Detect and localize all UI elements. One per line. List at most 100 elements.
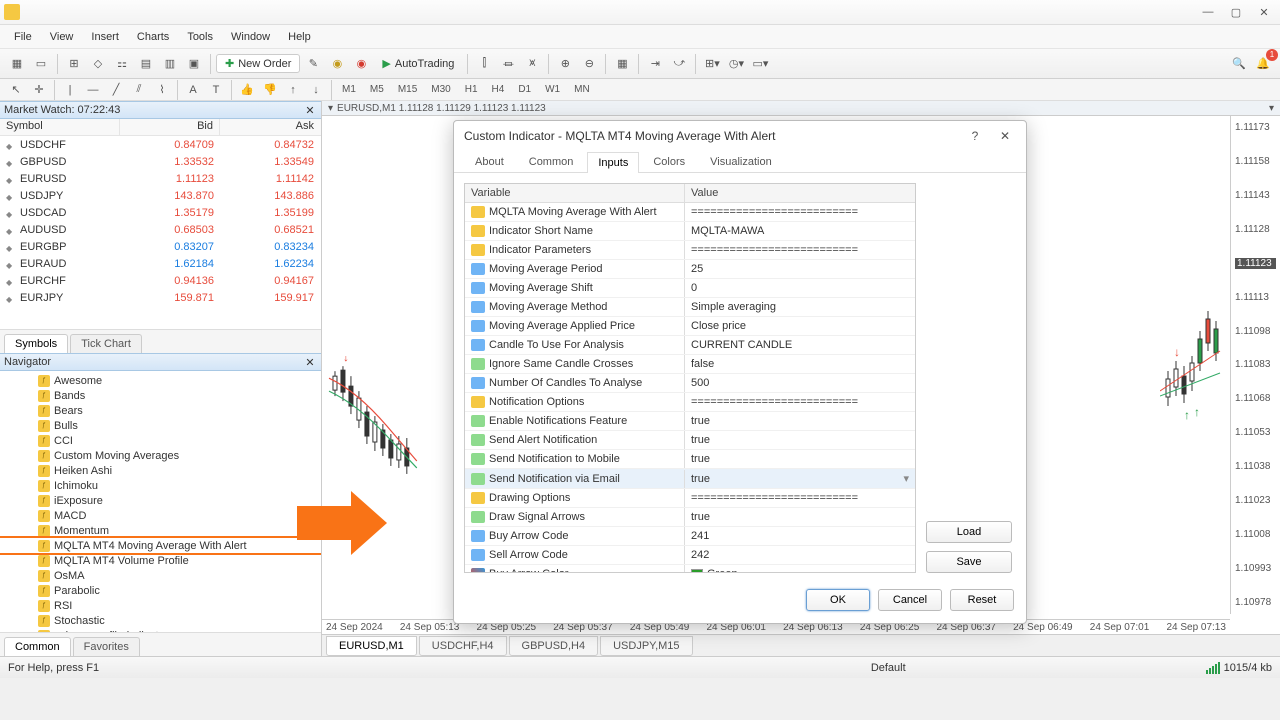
timeframe-mn[interactable]: MN bbox=[568, 82, 596, 97]
channel-icon[interactable]: ⫽ bbox=[128, 79, 150, 101]
notification-icon[interactable]: 🔔1 bbox=[1252, 53, 1274, 75]
menu-window[interactable]: Window bbox=[223, 29, 278, 45]
maximize-button[interactable]: ▢ bbox=[1224, 3, 1248, 21]
symbol-row-gbpusd[interactable]: GBPUSD1.335321.33549 bbox=[0, 153, 321, 170]
input-row[interactable]: Notification Options====================… bbox=[465, 393, 915, 412]
zoom-out-icon[interactable]: ⊖ bbox=[578, 53, 600, 75]
chevron-down-icon[interactable]: ▾ bbox=[328, 103, 333, 114]
fib-icon[interactable]: ⌇ bbox=[151, 79, 173, 101]
tab-favorites[interactable]: Favorites bbox=[73, 637, 140, 656]
input-row[interactable]: Buy Arrow ColorGreen bbox=[465, 565, 915, 573]
arrow-down-icon[interactable]: ↓ bbox=[305, 79, 327, 101]
indicator-mqlta-mt4-moving-average-with-alert[interactable]: ƒMQLTA MT4 Moving Average With Alert bbox=[0, 538, 321, 553]
col-symbol[interactable]: Symbol bbox=[0, 119, 120, 135]
timeframe-m1[interactable]: M1 bbox=[336, 82, 362, 97]
zoom-in-icon[interactable]: ⊕ bbox=[554, 53, 576, 75]
input-row[interactable]: Indicator Short NameMQLTA-MAWA bbox=[465, 222, 915, 241]
close-icon[interactable]: ✕ bbox=[303, 103, 317, 117]
close-button[interactable]: ✕ bbox=[1252, 3, 1276, 21]
timeframe-h1[interactable]: H1 bbox=[459, 82, 484, 97]
periods-icon[interactable]: ◷▾ bbox=[725, 53, 747, 75]
menu-tools[interactable]: Tools bbox=[179, 29, 221, 45]
col-ask[interactable]: Ask bbox=[220, 119, 320, 135]
load-button[interactable]: Load bbox=[926, 521, 1012, 543]
input-row[interactable]: Buy Arrow Code241 bbox=[465, 527, 915, 546]
input-row[interactable]: Number Of Candles To Analyse500 bbox=[465, 374, 915, 393]
hline-icon[interactable]: — bbox=[82, 79, 104, 101]
ok-button[interactable]: OK bbox=[806, 589, 870, 611]
toggle-market-icon[interactable]: ⚏ bbox=[111, 53, 133, 75]
crosshair-icon[interactable]: ✛ bbox=[28, 79, 50, 101]
toggle-data-icon[interactable]: ▤ bbox=[135, 53, 157, 75]
indicator-ichimoku[interactable]: ƒIchimoku bbox=[0, 478, 321, 493]
symbol-row-eurusd[interactable]: EURUSD1.111231.11142 bbox=[0, 170, 321, 187]
tab-common[interactable]: Common bbox=[4, 637, 71, 656]
indicator-rsi[interactable]: ƒRSI bbox=[0, 598, 321, 613]
input-row[interactable]: Moving Average Applied PriceClose price bbox=[465, 317, 915, 336]
chart-tab-usdchf-h4[interactable]: USDCHF,H4 bbox=[419, 636, 507, 656]
indicator-mqlta-mt4-volume-profile[interactable]: ƒMQLTA MT4 Volume Profile bbox=[0, 553, 321, 568]
label-icon[interactable]: T bbox=[205, 79, 227, 101]
menu-insert[interactable]: Insert bbox=[83, 29, 127, 45]
symbol-row-eurjpy[interactable]: EURJPY159.871159.917 bbox=[0, 289, 321, 306]
toggle-tree-icon[interactable]: ⊞ bbox=[63, 53, 85, 75]
indicator-momentum[interactable]: ƒMomentum bbox=[0, 523, 321, 538]
input-row[interactable]: Send Notification via Emailtrue▾ bbox=[465, 469, 915, 489]
symbol-row-usdchf[interactable]: USDCHF0.847090.84732 bbox=[0, 136, 321, 153]
chevron-down-icon[interactable]: ▾ bbox=[1269, 103, 1274, 114]
input-row[interactable]: Send Alert Notificationtrue bbox=[465, 431, 915, 450]
timeframe-w1[interactable]: W1 bbox=[539, 82, 566, 97]
input-row[interactable]: Sell Arrow Code242 bbox=[465, 546, 915, 565]
timeframe-m30[interactable]: M30 bbox=[425, 82, 456, 97]
close-icon[interactable]: ✕ bbox=[994, 125, 1016, 147]
indicator-bears[interactable]: ƒBears bbox=[0, 403, 321, 418]
input-row[interactable]: Send Notification to Mobiletrue bbox=[465, 450, 915, 469]
toggle-nav-icon[interactable]: ▥ bbox=[159, 53, 181, 75]
help-icon[interactable]: ? bbox=[964, 125, 986, 147]
reset-button[interactable]: Reset bbox=[950, 589, 1014, 611]
new-order-button[interactable]: ✚ New Order bbox=[216, 54, 300, 73]
symbol-row-audusd[interactable]: AUDUSD0.685030.68521 bbox=[0, 221, 321, 238]
input-row[interactable]: Moving Average Period25 bbox=[465, 260, 915, 279]
bar-chart-icon[interactable]: ⫿ bbox=[473, 53, 495, 75]
search-icon[interactable]: 🔍 bbox=[1228, 53, 1250, 75]
thumb-down-icon[interactable]: 👎 bbox=[259, 79, 281, 101]
indicator-osma[interactable]: ƒOsMA bbox=[0, 568, 321, 583]
indicator-custom-moving-averages[interactable]: ƒCustom Moving Averages bbox=[0, 448, 321, 463]
strategy-tester-icon[interactable]: ◉ bbox=[350, 53, 372, 75]
dialog-tab-colors[interactable]: Colors bbox=[642, 151, 696, 172]
indicator-parabolic[interactable]: ƒParabolic bbox=[0, 583, 321, 598]
toggle-terminal-icon[interactable]: ▣ bbox=[183, 53, 205, 75]
input-row[interactable]: Moving Average MethodSimple averaging bbox=[465, 298, 915, 317]
dialog-tab-common[interactable]: Common bbox=[518, 151, 585, 172]
dialog-tab-visualization[interactable]: Visualization bbox=[699, 151, 783, 172]
connection-status[interactable]: 1015/4 kb bbox=[1206, 662, 1272, 674]
chart-tab-eurusd-m1[interactable]: EURUSD,M1 bbox=[326, 636, 417, 656]
save-button[interactable]: Save bbox=[926, 551, 1012, 573]
timeframe-m5[interactable]: M5 bbox=[364, 82, 390, 97]
tile-windows-icon[interactable]: ▦ bbox=[611, 53, 633, 75]
timeframe-h4[interactable]: H4 bbox=[486, 82, 511, 97]
input-row[interactable]: Draw Signal Arrowstrue bbox=[465, 508, 915, 527]
menu-charts[interactable]: Charts bbox=[129, 29, 177, 45]
text-icon[interactable]: A bbox=[182, 79, 204, 101]
shift-chart-icon[interactable]: ⤻ bbox=[668, 53, 690, 75]
vline-icon[interactable]: | bbox=[59, 79, 81, 101]
dialog-tab-inputs[interactable]: Inputs bbox=[587, 152, 639, 173]
auto-trading-button[interactable]: ▶ AutoTrading bbox=[374, 55, 462, 72]
templates-icon[interactable]: ▭▾ bbox=[749, 53, 771, 75]
input-row[interactable]: Enable Notifications Featuretrue bbox=[465, 412, 915, 431]
dialog-tab-about[interactable]: About bbox=[464, 151, 515, 172]
chart-tab-gbpusd-h4[interactable]: GBPUSD,H4 bbox=[509, 636, 599, 656]
thumb-up-icon[interactable]: 👍 bbox=[236, 79, 258, 101]
toggle-toolbars-icon[interactable]: ◇ bbox=[87, 53, 109, 75]
inputs-table[interactable]: Variable Value MQLTA Moving Average With… bbox=[464, 183, 916, 573]
indicator-bulls[interactable]: ƒBulls bbox=[0, 418, 321, 433]
input-row[interactable]: Ignore Same Candle Crossesfalse bbox=[465, 355, 915, 374]
new-chart-icon[interactable]: ▦ bbox=[6, 53, 28, 75]
cursor-icon[interactable]: ↖ bbox=[5, 79, 27, 101]
indicators-icon[interactable]: ⊞▾ bbox=[701, 53, 723, 75]
input-row[interactable]: Indicator Parameters====================… bbox=[465, 241, 915, 260]
close-icon[interactable]: ✕ bbox=[303, 355, 317, 369]
col-bid[interactable]: Bid bbox=[120, 119, 220, 135]
